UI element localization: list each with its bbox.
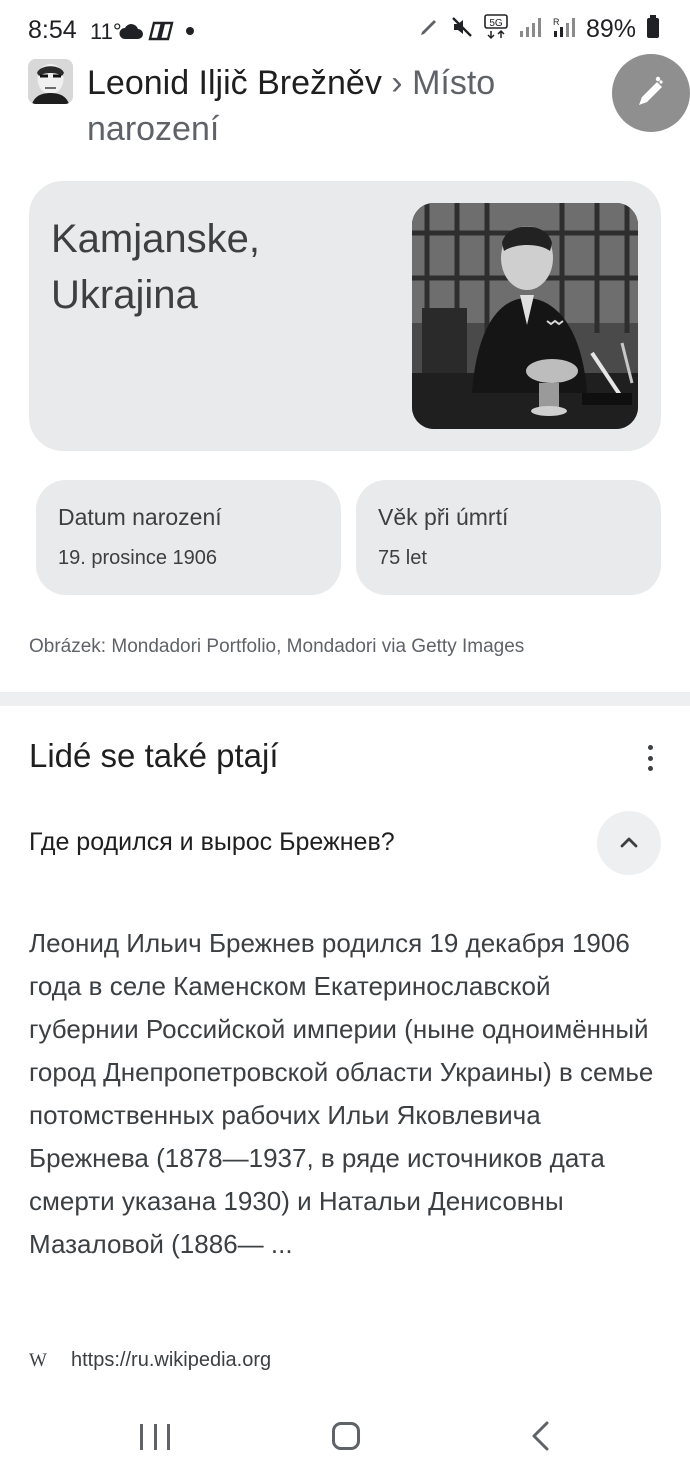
fact-value: 75 let: [378, 547, 427, 569]
section-divider: [0, 692, 690, 706]
paa-answer-text: Леонид Ильич Брежнев родился 19 декабря …: [29, 928, 654, 1259]
answer-card[interactable]: Kamjanske, Ukrajina: [29, 181, 661, 451]
status-icons: 5G R 89%: [418, 14, 660, 45]
back-icon[interactable]: [528, 1420, 552, 1457]
source-link[interactable]: W https://ru.wikipedia.org: [29, 1349, 271, 1372]
battery-icon: [646, 15, 660, 44]
entity-photo[interactable]: [412, 203, 638, 429]
fact-label: Věk při úmrtí: [378, 504, 509, 530]
app-notification-icon: [148, 20, 176, 47]
image-credit: Obrázek: Mondadori Portfolio, Mondadori …: [29, 636, 525, 657]
signal-roaming-icon: R: [552, 16, 576, 43]
header-title[interactable]: Leonid Iljič Brežněv › Místo narození: [87, 60, 567, 152]
system-navigation-bar: [0, 1400, 690, 1479]
fact-card-birth-date[interactable]: Datum narození 19. prosince 1906: [36, 480, 341, 595]
paa-question[interactable]: Где родился и вырос Брежнев?: [29, 828, 395, 857]
edit-button[interactable]: [612, 54, 690, 132]
chevron-up-icon: [620, 837, 638, 848]
collapse-button[interactable]: [597, 811, 661, 875]
entity-avatar[interactable]: [28, 59, 73, 104]
svg-text:5G: 5G: [489, 18, 503, 29]
signal-icon: [518, 16, 542, 43]
fact-label: Datum narození: [58, 504, 222, 530]
entity-name[interactable]: Leonid Iljič Brežněv: [87, 64, 382, 102]
more-options-icon[interactable]: [634, 742, 666, 774]
pen-icon: [418, 16, 440, 43]
cloud-icon: [118, 22, 144, 45]
wikipedia-icon: W: [29, 1349, 47, 1371]
battery-percent: 89%: [585, 15, 636, 43]
home-icon[interactable]: [332, 1422, 360, 1450]
svg-text:R: R: [553, 17, 560, 27]
answer-line-1: Kamjanske,: [51, 217, 260, 261]
people-also-ask-title: Lidé se také ptají: [29, 737, 279, 774]
status-temperature: 11°: [90, 19, 122, 44]
answer-line-2: Ukrajina: [51, 273, 198, 317]
mute-icon: [450, 15, 474, 44]
notification-dot-icon: [186, 27, 194, 35]
source-url[interactable]: https://ru.wikipedia.org: [71, 1349, 271, 1372]
network-5g-icon: 5G: [484, 14, 508, 45]
breadcrumb-separator: ›: [391, 64, 403, 102]
fact-card-age-at-death[interactable]: Věk při úmrtí 75 let: [356, 480, 661, 595]
answer-text: Kamjanske, Ukrajina: [51, 211, 371, 323]
edit-pencil-icon: [639, 76, 663, 105]
recent-apps-icon[interactable]: [140, 1424, 170, 1450]
status-time: 8:54: [28, 16, 77, 44]
status-bar: 8:54 11° 5G R 89%: [0, 0, 690, 60]
fact-value: 19. prosince 1906: [58, 547, 218, 569]
